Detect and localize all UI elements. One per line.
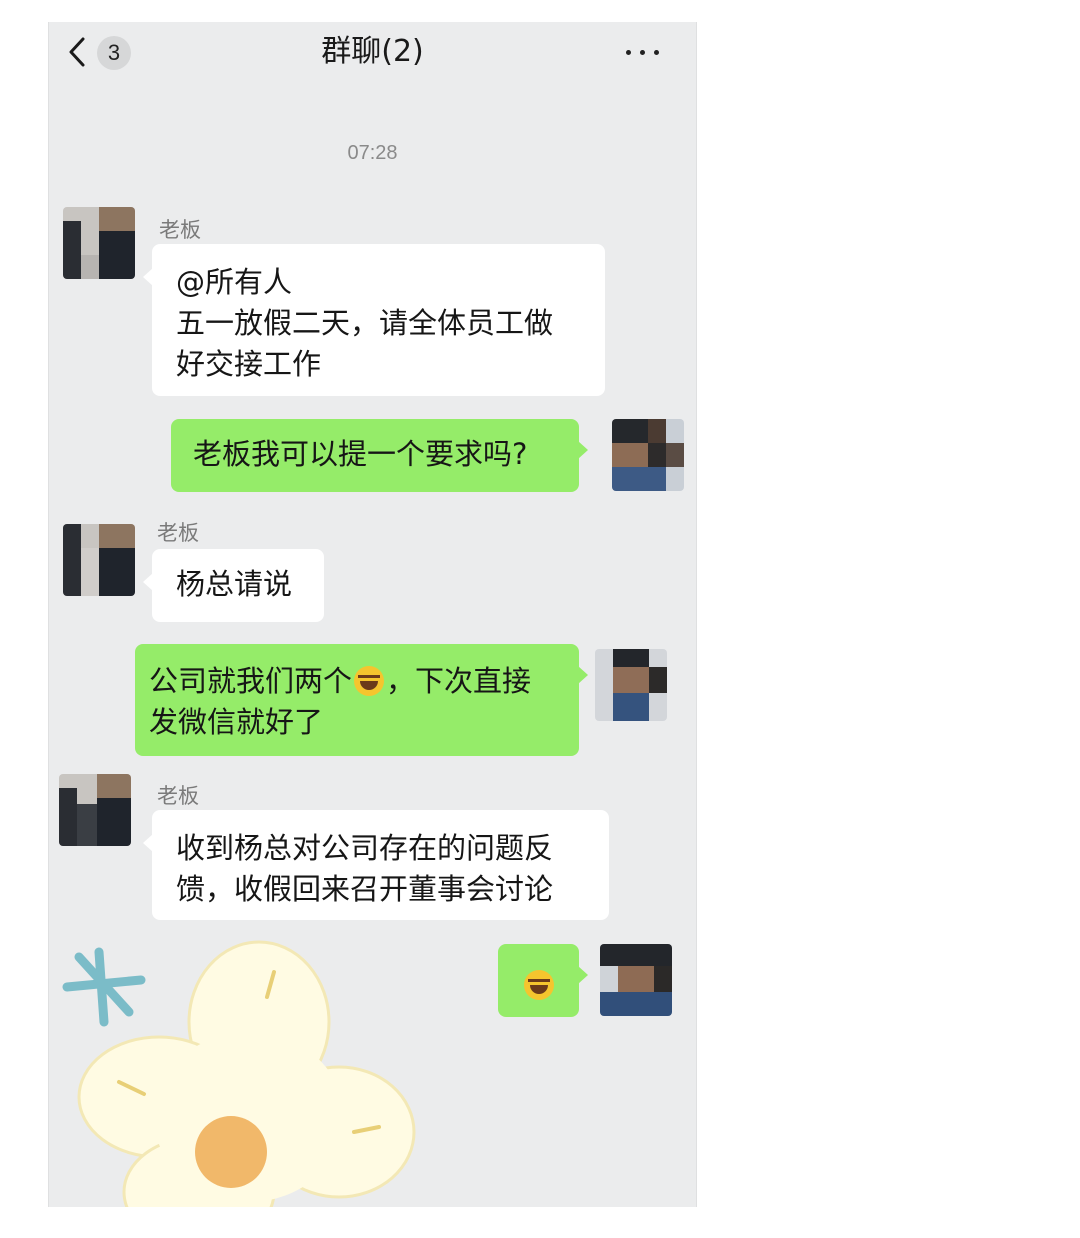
message-bubble-emoji[interactable]: [498, 944, 588, 1017]
flower-center: [195, 1116, 267, 1188]
laugh-cry-emoji-icon: [524, 970, 554, 1000]
message-bubble[interactable]: 老板我可以提一个要求吗?: [171, 419, 588, 492]
flower-sticker-decoration: [62, 940, 416, 1207]
message-bubble[interactable]: @所有人 五一放假二天，请全体员工做 好交接工作: [143, 244, 605, 396]
blue-star-doodle: [62, 947, 146, 1027]
user-avatar[interactable]: [595, 649, 667, 721]
chat-screen: 3 群聊(2) 07:28 老板 @所有人 五一放假二天，请全体员工做 好交接工…: [48, 22, 697, 1207]
chat-header: 3 群聊(2): [49, 22, 696, 82]
boss-avatar[interactable]: [63, 524, 135, 596]
message-bubble[interactable]: 杨总请说: [143, 549, 324, 622]
laugh-cry-emoji-icon: [354, 666, 385, 696]
more-dots-icon[interactable]: [623, 40, 663, 64]
chat-title: 群聊(2): [321, 34, 424, 69]
boss-avatar[interactable]: [59, 774, 131, 846]
boss-avatar[interactable]: [63, 207, 135, 279]
sender-name: 老板: [157, 784, 199, 808]
message-text: 公司就我们两个: [149, 664, 353, 698]
message-bubble[interactable]: 收到杨总对公司存在的问题反 馈，收假回来召开董事会讨论: [143, 810, 609, 920]
user-avatar[interactable]: [612, 419, 684, 491]
message-timestamp: 07:28: [347, 142, 398, 164]
message-bubble[interactable]: 公司就我们两个 ，下次直接 发微信就好了: [135, 644, 588, 756]
user-avatar[interactable]: [600, 944, 672, 1016]
sender-name: 老板: [159, 218, 201, 242]
sender-name: 老板: [157, 521, 199, 545]
